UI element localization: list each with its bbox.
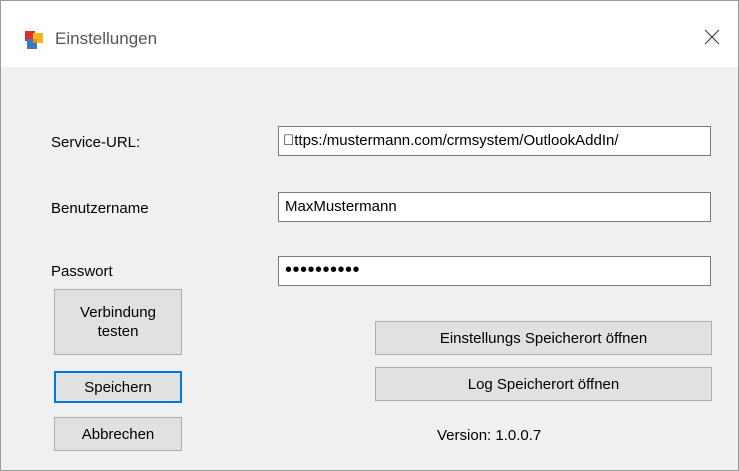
service-url-value:  ttps:/mustermann.com/crmsystem/OutlookA… — [283, 132, 619, 149]
username-label: Benutzername — [51, 200, 149, 217]
title-bar: Einstellungen — [1, 1, 738, 67]
open-log-location-button[interactable]: Log Speicherort öffnen — [375, 367, 712, 401]
username-value: MaxMustermann — [285, 198, 397, 215]
save-button[interactable]: Speichern — [54, 371, 182, 403]
password-input[interactable]: •••••••••• — [278, 256, 711, 286]
window-title: Einstellungen — [55, 29, 158, 48]
settings-dialog: Einstellungen Service-URL:  ttps:/muster… — [0, 0, 739, 471]
version-label: Version: 1.0.0.7 — [437, 427, 542, 444]
password-label: Passwort — [51, 263, 113, 280]
service-url-input[interactable]:  ttps:/mustermann.com/crmsystem/OutlookA… — [278, 126, 711, 156]
open-settings-location-button[interactable]: Einstellungs Speicherort öffnen — [375, 321, 712, 355]
close-button[interactable] — [692, 19, 732, 59]
service-url-label: Service-URL: — [51, 134, 141, 151]
test-connection-button[interactable]: Verbindung testen — [54, 289, 182, 355]
password-value: •••••••••• — [285, 259, 361, 281]
close-icon — [704, 29, 720, 49]
cancel-button[interactable]: Abbrechen — [54, 417, 182, 451]
username-input[interactable]: MaxMustermann — [278, 192, 711, 222]
app-icon — [25, 31, 43, 49]
